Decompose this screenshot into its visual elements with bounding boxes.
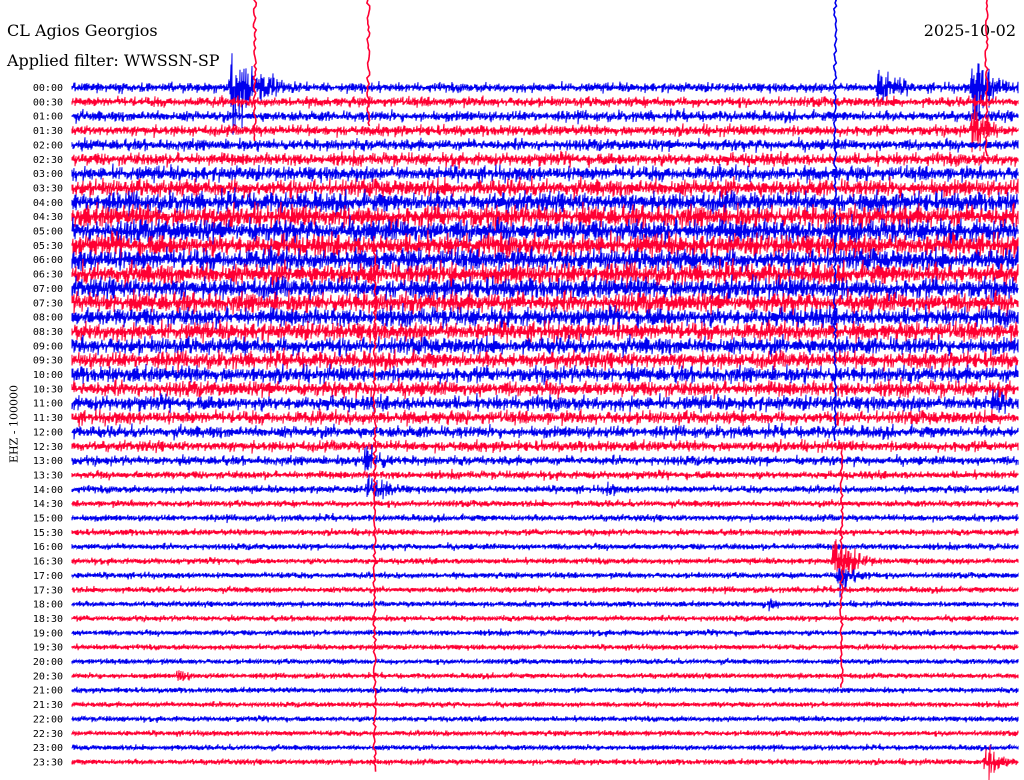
time-label: 06:30	[33, 270, 63, 281]
trace-row-1800	[71, 598, 1019, 612]
time-label: 15:30	[33, 528, 63, 539]
time-label: 04:30	[33, 212, 63, 223]
time-label: 19:30	[33, 643, 63, 654]
time-label: 14:30	[33, 499, 63, 510]
trace-row-2100	[71, 686, 1019, 694]
time-label: 11:00	[33, 399, 63, 410]
time-label: 12:30	[33, 442, 63, 453]
trace-layer	[71, 0, 1019, 780]
trace-row-1100	[71, 388, 1019, 414]
trace-row-2200	[71, 715, 1019, 723]
time-label: 13:30	[33, 470, 63, 481]
time-label: 05:30	[33, 241, 63, 252]
time-label: 01:30	[33, 126, 63, 137]
time-label: 10:00	[33, 370, 63, 381]
time-label: 22:30	[33, 729, 63, 740]
trace-row-2230	[71, 729, 1019, 738]
trace-row-2030	[71, 670, 1019, 682]
seismogram-page: CL Agios Georgios Applied filter: WWSSN-…	[0, 0, 1024, 780]
trace-row-1900	[71, 628, 1019, 638]
time-label: 07:00	[33, 284, 63, 295]
trace-row-1930	[71, 643, 1019, 651]
time-label: 21:00	[33, 686, 63, 697]
time-label: 07:30	[33, 298, 63, 309]
time-label: 20:00	[33, 657, 63, 668]
time-label: 00:00	[33, 83, 63, 94]
time-label: 15:00	[33, 514, 63, 525]
trace-row-1430	[71, 498, 1019, 509]
time-label: 23:00	[33, 743, 63, 754]
time-label: 11:30	[33, 413, 63, 424]
time-label: 16:30	[33, 557, 63, 568]
trace-row-0200	[71, 136, 1019, 153]
trace-row-1400	[71, 474, 1019, 504]
time-label: 00:30	[33, 97, 63, 108]
time-label: 08:00	[33, 313, 63, 324]
trace-row-1500	[71, 512, 1019, 524]
time-label: 03:00	[33, 169, 63, 180]
trace-row-1700	[71, 568, 1019, 598]
trace-row-1000	[71, 363, 1019, 386]
time-label: 13:00	[33, 456, 63, 467]
time-label: 05:00	[33, 227, 63, 238]
trace-row-2300	[71, 743, 1019, 752]
time-label: 02:30	[33, 155, 63, 166]
time-label: 14:00	[33, 485, 63, 496]
trace-row-1730	[71, 585, 1019, 595]
time-label: 21:30	[33, 700, 63, 711]
trace-row-0000	[71, 53, 1019, 135]
time-label: 19:00	[33, 628, 63, 639]
time-label: 16:00	[33, 542, 63, 553]
trace-row-1200	[71, 422, 1019, 442]
time-label: 08:30	[33, 327, 63, 338]
time-label: 09:00	[33, 341, 63, 352]
trace-row-1130	[71, 408, 1019, 427]
time-label: 17:30	[33, 585, 63, 596]
trace-row-2330	[71, 745, 1019, 780]
time-label: 17:00	[33, 571, 63, 582]
time-label: 23:30	[33, 757, 63, 768]
helicorder-plot: 00:00 00:30 01:00 01:30 02:00 02:30 03:00 03:30…	[33, 0, 1019, 780]
event-spike	[252, 0, 258, 142]
time-label: 09:30	[33, 356, 63, 367]
trace-row-1600	[71, 541, 1019, 552]
time-label: 18:00	[33, 600, 63, 611]
trace-row-0300	[71, 163, 1019, 184]
time-label: 12:00	[33, 427, 63, 438]
trace-row-1630	[71, 539, 1019, 575]
trace-row-1230	[71, 438, 1019, 454]
trace-row-1830	[71, 614, 1019, 623]
time-label: 02:00	[33, 140, 63, 151]
trace-row-0100	[71, 108, 1019, 125]
time-label: 10:30	[33, 384, 63, 395]
time-label: 01:00	[33, 112, 63, 123]
time-label: 04:00	[33, 198, 63, 209]
time-label: 20:30	[33, 671, 63, 682]
time-label-layer: 00:00 00:30 01:00 01:30 02:00 02:30 03:00 03:30…	[33, 83, 63, 768]
trace-row-1530	[71, 527, 1019, 537]
trace-row-2130	[71, 700, 1019, 709]
time-label: 22:00	[33, 714, 63, 725]
time-label: 18:30	[33, 614, 63, 625]
time-label: 03:30	[33, 183, 63, 194]
trace-row-0230	[71, 149, 1019, 169]
trace-row-0030	[71, 94, 1019, 109]
trace-row-2000	[71, 657, 1019, 666]
time-label: 06:00	[33, 255, 63, 266]
trace-row-1330	[71, 468, 1019, 481]
